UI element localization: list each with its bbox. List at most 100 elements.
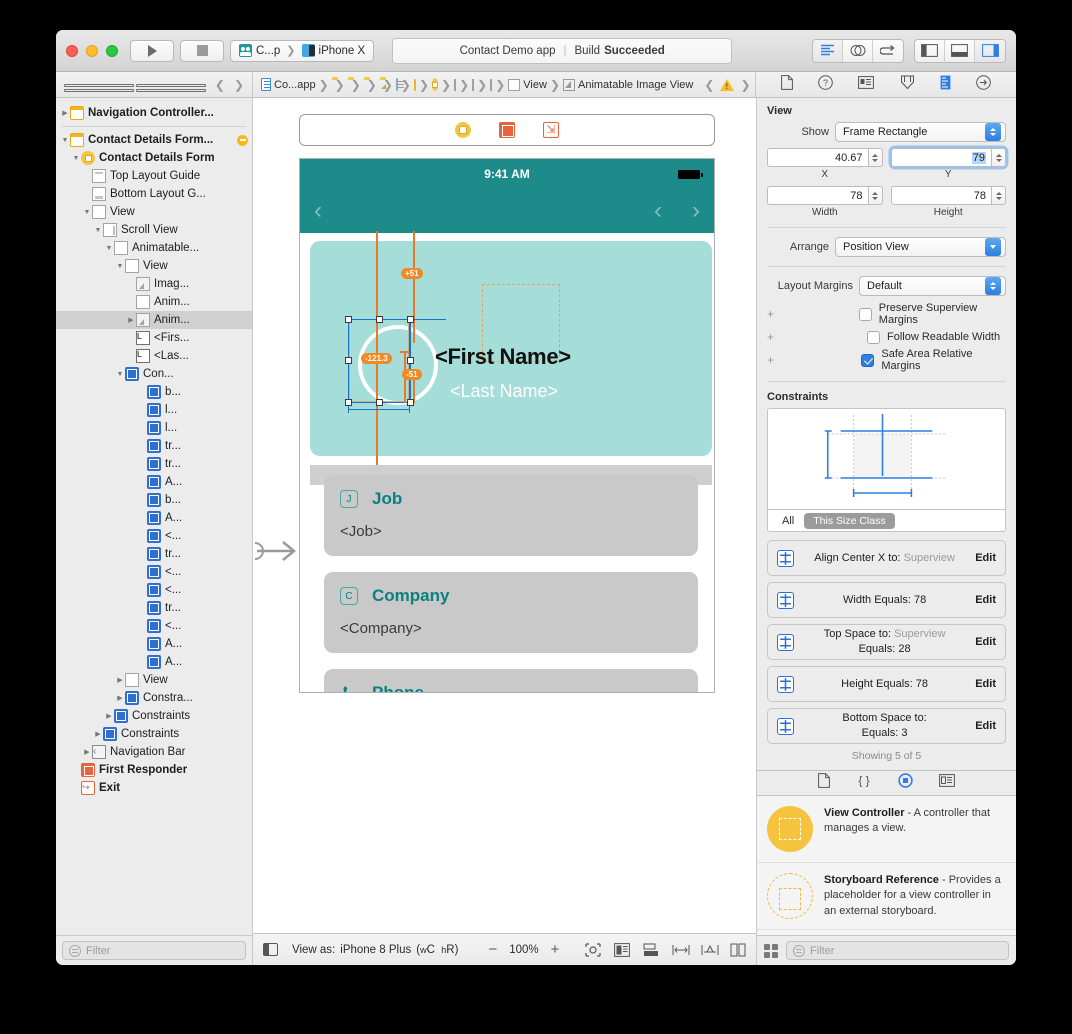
follow-readable-width-checkbox[interactable] [867, 330, 880, 344]
outline-row[interactable]: tr... [56, 599, 252, 617]
view-as-device[interactable]: iPhone 8 Plus [340, 944, 411, 956]
previous-issue-button[interactable]: ❮ [704, 78, 714, 92]
navigator-chooser-icon[interactable] [64, 78, 206, 92]
outline-row[interactable]: ▼ View [56, 203, 252, 221]
disclosure-triangle-open-icon[interactable]: ▼ [104, 245, 114, 252]
disclosure-triangle-closed-icon[interactable]: ▶ [60, 109, 70, 117]
constraint-row[interactable]: Top Space to: Superview Equals: 28 Edit [767, 624, 1006, 660]
scene-entry-point-badge[interactable] [237, 134, 248, 146]
outline-row[interactable]: A... [56, 473, 252, 491]
stop-button[interactable] [180, 39, 224, 62]
disclosure-triangle-open-icon[interactable]: ▼ [71, 155, 81, 162]
identity-inspector-icon[interactable] [858, 75, 875, 94]
standard-editor-icon[interactable] [813, 39, 843, 62]
library-list[interactable]: View Controller - A controller that mana… [757, 796, 1016, 935]
stack-icon[interactable] [730, 943, 746, 957]
navigator-filter-field[interactable]: Filter [62, 941, 246, 960]
assistant-editor-icon[interactable] [843, 39, 873, 62]
outline-row[interactable]: ▼ Scroll View [56, 221, 252, 239]
size-inspector-icon[interactable] [940, 75, 951, 95]
outline-row[interactable]: ▼ View [56, 257, 252, 275]
preserve-superview-margins-row[interactable]: + Preserve Superview Margins [767, 302, 1006, 326]
forward-button[interactable]: ❯ [234, 78, 244, 92]
preserve-superview-margins-checkbox[interactable] [858, 307, 872, 321]
follow-readable-width-row[interactable]: + Follow Readable Width [767, 330, 1006, 344]
breadcrumb-scroll-view[interactable] [472, 78, 475, 91]
constraint-row[interactable]: Align Center X to: Superview Edit [767, 540, 1006, 576]
height-input[interactable]: 78 [890, 186, 992, 205]
resize-handle[interactable] [407, 357, 414, 364]
resize-handle[interactable] [345, 357, 352, 364]
editor-mode-segment[interactable] [812, 38, 904, 63]
first-responder-icon[interactable] [499, 122, 515, 138]
disclosure-triangle-closed-icon[interactable]: ▶ [82, 748, 92, 756]
outline-row[interactable]: A... [56, 509, 252, 527]
card-job[interactable]: J Job <Job> [324, 475, 698, 556]
media-library-icon[interactable] [939, 774, 955, 792]
exit-icon[interactable]: ⇲ [543, 122, 559, 138]
resize-handle[interactable] [376, 399, 383, 406]
minimize-button[interactable] [86, 44, 98, 57]
outline-row[interactable]: A... [56, 653, 252, 671]
outline-row[interactable]: A... [56, 635, 252, 653]
outline-row[interactable]: ▶ Navigation Controller... [56, 104, 252, 122]
file-template-library-icon[interactable] [818, 773, 830, 793]
outline-row[interactable]: ▼ Animatable... [56, 239, 252, 257]
outline-row[interactable]: L <Las... [56, 347, 252, 365]
panel-toggle-segment[interactable] [914, 38, 1006, 63]
outline-row[interactable]: ▼ Con... [56, 365, 252, 383]
disclosure-triangle-closed-icon[interactable]: ▶ [115, 694, 125, 702]
resize-handle[interactable] [345, 316, 352, 323]
breadcrumb-view-controller-icon[interactable] [432, 78, 439, 91]
breadcrumb-project[interactable]: Co...app [261, 78, 316, 91]
safe-area-relative-margins-checkbox[interactable] [861, 353, 875, 367]
disclosure-triangle-closed-icon[interactable]: ▶ [126, 316, 136, 324]
x-input[interactable]: 40.67 [767, 148, 869, 167]
align-icon[interactable] [643, 943, 659, 957]
width-stepper[interactable] [868, 186, 883, 205]
outline-row[interactable]: Bottom Layout G... [56, 185, 252, 203]
quick-help-icon[interactable]: ? [818, 74, 833, 95]
resize-handle[interactable] [407, 316, 414, 323]
breadcrumb-document-icon[interactable] [395, 78, 405, 91]
height-stepper[interactable] [992, 186, 1006, 205]
add-constraint-icon[interactable]: + [767, 330, 777, 344]
constraint-scope-tabs[interactable]: All This Size Class [767, 510, 1006, 532]
update-frames-icon[interactable] [585, 942, 601, 957]
object-library-icon[interactable] [898, 773, 913, 793]
x-stepper[interactable] [868, 148, 883, 167]
connections-inspector-icon[interactable] [976, 74, 992, 95]
nav-next-chevron-icon[interactable]: › [692, 199, 700, 223]
outline-row[interactable]: tr... [56, 455, 252, 473]
storyboard-canvas[interactable]: ⇲ 9:41 AM ‹ ‹ › <First Name> <Last Name>… [253, 98, 756, 933]
outline-row[interactable]: <... [56, 527, 252, 545]
resize-handle[interactable] [407, 399, 414, 406]
outline-row[interactable]: Top Layout Guide [56, 167, 252, 185]
card-company[interactable]: C Company <Company> [324, 572, 698, 653]
close-button[interactable] [66, 44, 78, 57]
disclosure-triangle-open-icon[interactable]: ▼ [115, 263, 125, 270]
constraint-tab-this-size-class[interactable]: This Size Class [804, 512, 895, 529]
library-filter-field[interactable]: Filter [786, 941, 1009, 960]
outline-row[interactable]: ↪ Exit [56, 779, 252, 797]
disclosure-triangle-closed-icon[interactable]: ▶ [115, 676, 125, 684]
library-item[interactable]: Storyboard Reference - Provides a placeh… [757, 863, 1016, 931]
document-outline[interactable]: ▶ Navigation Controller... ▼ Contact Detail… [56, 98, 252, 935]
resolve-issues-icon[interactable] [701, 943, 719, 957]
outline-row[interactable]: ▶ ‹ Navigation Bar [56, 743, 252, 761]
zoom-in-button[interactable]: + [551, 941, 560, 958]
outline-row[interactable]: <... [56, 617, 252, 635]
outline-row[interactable]: tr... [56, 545, 252, 563]
outline-row[interactable]: ▶ Constra... [56, 689, 252, 707]
nav-back-chevron-icon[interactable]: ‹ [314, 199, 322, 223]
zoom-button[interactable] [106, 44, 118, 57]
card-phone[interactable]: Phone <Phone> [324, 669, 698, 692]
outline-row[interactable]: ▶ Constraints [56, 707, 252, 725]
constraint-edit-button[interactable]: Edit [975, 594, 996, 606]
constraint-edit-button[interactable]: Edit [975, 552, 996, 564]
constraint-badge-top[interactable]: +51 [401, 268, 423, 279]
zoom-out-button[interactable]: − [488, 941, 497, 958]
breadcrumb-scene-icon[interactable] [413, 78, 416, 91]
outline-row[interactable]: ▶ Anim... [56, 311, 252, 329]
disclosure-triangle-open-icon[interactable]: ▼ [115, 371, 125, 378]
